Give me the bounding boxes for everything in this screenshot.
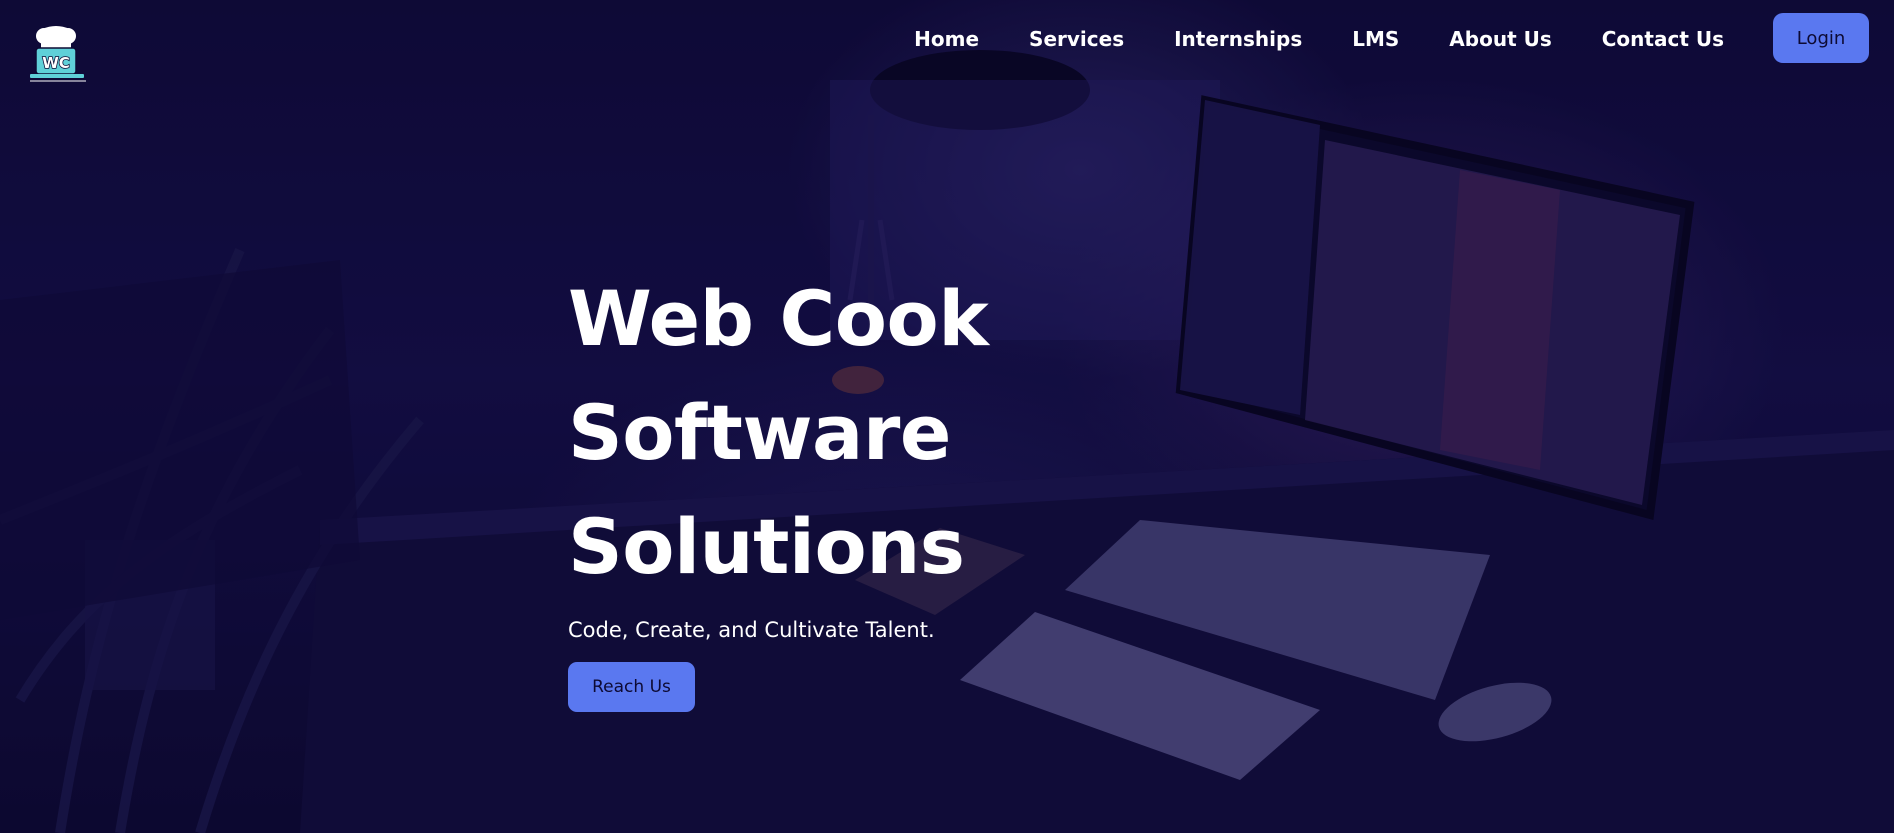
top-navbar: WC Home Services Internships LMS About U… [0,0,1894,82]
nav-link-about-us[interactable]: About Us [1449,26,1551,52]
chef-hat-laptop-logo-icon[interactable]: WC [28,24,88,84]
hero-section: WC Home Services Internships LMS About U… [0,0,1894,833]
nav-link-home[interactable]: Home [914,26,979,52]
nav-link-lms[interactable]: LMS [1352,26,1399,52]
hero-title: Web Cook Software Solutions [568,262,1368,604]
nav-link-services[interactable]: Services [1029,26,1124,52]
nav-link-contact-us[interactable]: Contact Us [1602,26,1724,52]
hero-subtitle: Code, Create, and Cultivate Talent. [568,618,935,642]
hero-title-line2: Solutions [568,502,965,591]
primary-nav: Home Services Internships LMS About Us C… [864,26,1724,52]
hero-title-line1: Web Cook Software [568,274,989,477]
nav-link-internships[interactable]: Internships [1174,26,1302,52]
hero-content: Web Cook Software Solutions Code, Create… [568,262,1368,712]
reach-us-button[interactable]: Reach Us [568,662,695,712]
svg-text:WC: WC [42,54,70,72]
login-button[interactable]: Login [1773,13,1869,63]
